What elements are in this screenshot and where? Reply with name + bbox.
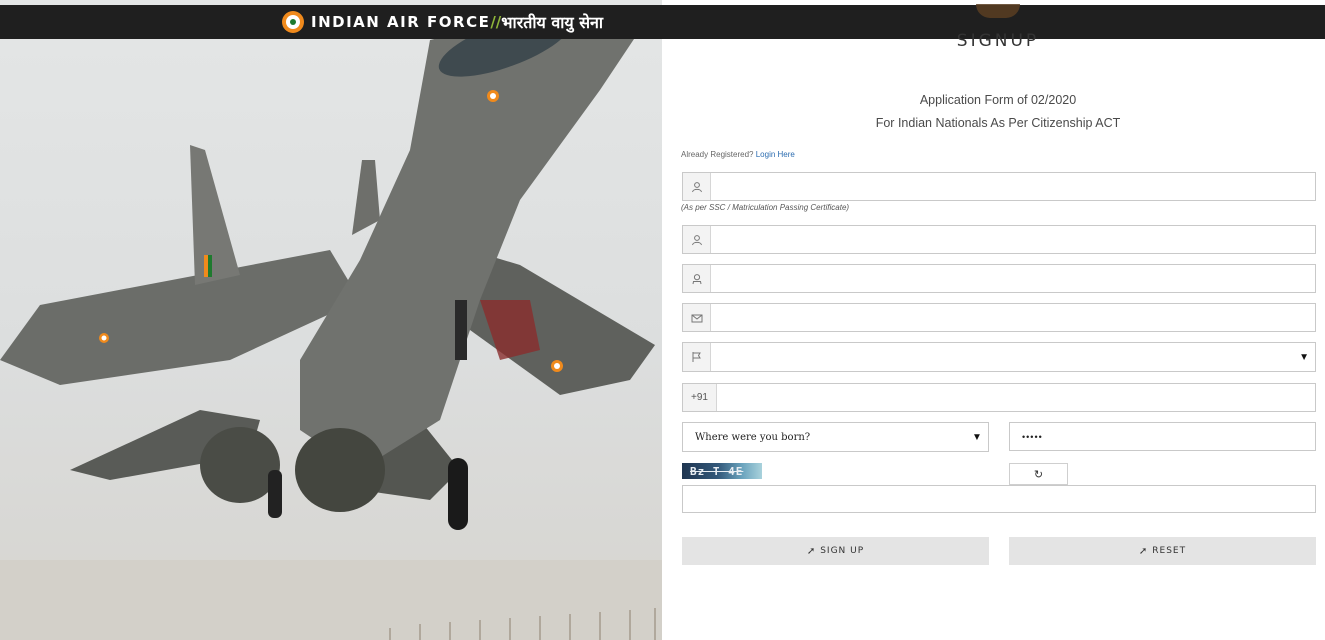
refresh-icon: ↻ (1033, 468, 1044, 481)
nationality-select[interactable]: ▼ (711, 343, 1315, 371)
security-answer-field[interactable]: ••••• (1009, 422, 1316, 451)
phone-prefix: +91 (683, 384, 717, 411)
security-answer-input[interactable]: ••••• (1010, 423, 1043, 450)
banner-title-english: INDIAN AIR FORCE (311, 13, 491, 31)
user-outline-icon (683, 265, 711, 292)
third-field[interactable] (682, 264, 1316, 293)
flag-icon (683, 343, 711, 371)
father-name-field[interactable] (682, 225, 1316, 254)
paper-plane-icon: ➚ (806, 545, 817, 557)
signup-button-label: SIGN UP (820, 546, 865, 556)
nationality-field[interactable]: ▼ (682, 342, 1316, 372)
form-subtitle-application: Application Form of 02/2020 (919, 93, 1077, 107)
already-registered-text: Already Registered? (681, 150, 754, 159)
hero-aircraft-image (0, 0, 662, 640)
third-input[interactable] (711, 265, 1315, 292)
chevron-down-icon: ▼ (972, 431, 982, 443)
reset-button[interactable]: ➚ RESET (1009, 537, 1316, 565)
email-field[interactable] (682, 303, 1316, 332)
chevron-down-icon: ▼ (1299, 351, 1309, 363)
email-input[interactable] (711, 304, 1315, 331)
name-input[interactable] (711, 173, 1315, 200)
captcha-input[interactable] (683, 486, 1315, 512)
user-icon (683, 226, 711, 253)
reset-button-label: RESET (1152, 546, 1187, 556)
phone-input[interactable] (717, 384, 1315, 411)
signup-button[interactable]: ➚ SIGN UP (682, 537, 989, 565)
captcha-refresh-button[interactable]: ↻ (1009, 463, 1068, 485)
envelope-icon (683, 304, 711, 331)
signup-heading: SIGNUP (956, 31, 1040, 51)
banner-title: INDIAN AIR FORCE // भारतीय वायु सेना (282, 5, 603, 39)
captcha-image: Bz T 4E (682, 463, 762, 479)
iaf-roundel-icon (282, 11, 304, 33)
captcha-field[interactable] (682, 485, 1316, 513)
phone-field[interactable]: +91 (682, 383, 1316, 412)
banner-separator: // (490, 13, 502, 31)
father-name-input[interactable] (711, 226, 1315, 253)
fighter-jet-illustration (0, 10, 662, 640)
security-question-value: Where were you born? (695, 431, 811, 443)
name-field[interactable] (682, 172, 1316, 201)
top-banner: INDIAN AIR FORCE // भारतीय वायु सेना (0, 5, 1325, 39)
form-subtitle-citizenship: For Indian Nationals As Per Citizenship … (875, 116, 1121, 130)
banner-title-hindi: भारतीय वायु सेना (501, 13, 604, 32)
login-link[interactable]: Login Here (756, 150, 795, 159)
name-note: (As per SSC / Matriculation Passing Cert… (681, 203, 850, 212)
user-icon (683, 173, 711, 200)
paper-plane-icon: ➚ (1138, 545, 1149, 557)
security-question-select[interactable]: Where were you born? ▼ (682, 422, 989, 452)
already-registered: Already Registered? Login Here (681, 150, 795, 159)
